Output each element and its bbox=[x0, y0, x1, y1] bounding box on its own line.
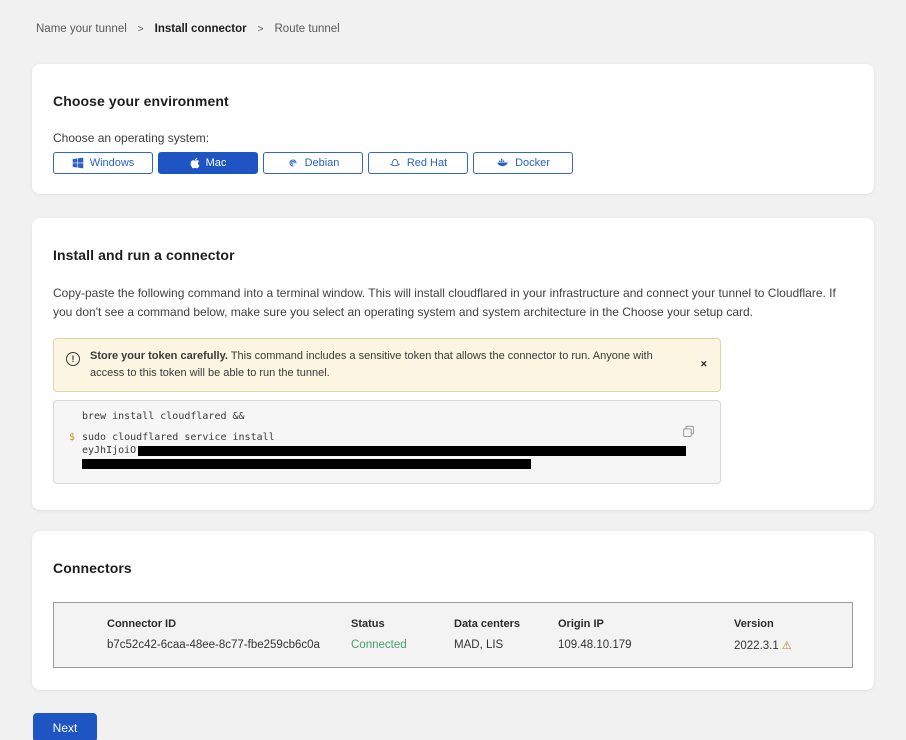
install-connector-card: Install and run a connector Copy-paste t… bbox=[32, 218, 874, 510]
warning-triangle-icon: ⚠ bbox=[782, 640, 792, 652]
column-header: Connector ID bbox=[107, 618, 351, 630]
table-column-origin-ip: Origin IP 109.48.10.179 bbox=[558, 618, 734, 652]
next-button[interactable]: Next bbox=[33, 713, 97, 740]
token-line: eyJhIjoiO bbox=[82, 445, 720, 457]
connectors-table: Connector ID b7c52c42-6caa-48ee-8c77-fbe… bbox=[53, 602, 853, 668]
os-button-label: Red Hat bbox=[407, 157, 447, 169]
status-badge: Connected bbox=[351, 639, 454, 651]
token-prefix: eyJhIjoiO bbox=[82, 445, 136, 457]
connectors-title: Connectors bbox=[53, 560, 853, 576]
column-header: Version bbox=[734, 618, 852, 630]
os-button-mac[interactable]: Mac bbox=[158, 152, 258, 174]
connectors-card: Connectors Connector ID b7c52c42-6caa-48… bbox=[32, 531, 874, 690]
version-number: 2022.3.1 bbox=[734, 640, 779, 652]
breadcrumb-route-tunnel[interactable]: Route tunnel bbox=[275, 23, 340, 35]
table-column-version: Version 2022.3.1⚠ bbox=[734, 618, 852, 652]
page: Name your tunnel > Install connector > R… bbox=[0, 0, 906, 740]
breadcrumb: Name your tunnel > Install connector > R… bbox=[36, 23, 874, 35]
table-column-status: Status Connected bbox=[351, 618, 454, 652]
shell-prompt: $ bbox=[69, 432, 82, 444]
install-connector-description: Copy-paste the following command into a … bbox=[53, 284, 853, 322]
redhat-icon bbox=[389, 157, 401, 169]
data-centers-value: MAD, LIS bbox=[454, 639, 558, 651]
os-button-label: Debian bbox=[305, 157, 340, 169]
install-connector-title: Install and run a connector bbox=[53, 247, 853, 263]
environment-card: Choose your environment Choose an operat… bbox=[32, 64, 874, 194]
apple-icon bbox=[190, 157, 200, 169]
breadcrumb-install-connector[interactable]: Install connector bbox=[155, 23, 247, 35]
table-column-data-centers: Data centers MAD, LIS bbox=[454, 618, 558, 652]
connector-id-value: b7c52c42-6caa-48ee-8c77-fbe259cb6c0a bbox=[107, 639, 351, 651]
redacted-token-bar bbox=[138, 446, 686, 456]
copy-icon[interactable] bbox=[682, 425, 696, 442]
breadcrumb-name-your-tunnel[interactable]: Name your tunnel bbox=[36, 23, 127, 35]
os-button-group: Windows Mac Debian Red Hat Docker bbox=[53, 152, 853, 174]
os-button-label: Mac bbox=[206, 157, 227, 169]
os-button-windows[interactable]: Windows bbox=[53, 152, 153, 174]
os-select-label: Choose an operating system: bbox=[53, 131, 853, 145]
column-header: Data centers bbox=[454, 618, 558, 630]
windows-icon bbox=[72, 157, 84, 169]
os-button-label: Docker bbox=[515, 157, 550, 169]
command-line-sudo: $ sudo cloudflared service install bbox=[69, 432, 720, 444]
alert-message: Store your token carefully. This command… bbox=[90, 348, 678, 382]
origin-ip-value: 109.48.10.179 bbox=[558, 639, 734, 651]
breadcrumb-separator: > bbox=[258, 24, 264, 35]
os-button-redhat[interactable]: Red Hat bbox=[368, 152, 468, 174]
token-line-2 bbox=[69, 457, 720, 472]
environment-card-title: Choose your environment bbox=[53, 93, 853, 109]
token-warning-alert: ! Store your token carefully. This comma… bbox=[53, 338, 721, 392]
exclamation-circle-icon: ! bbox=[66, 352, 80, 366]
close-icon[interactable]: × bbox=[701, 360, 707, 371]
redacted-token-bar bbox=[82, 459, 531, 469]
version-value: 2022.3.1⚠ bbox=[734, 639, 852, 652]
command-text: sudo cloudflared service install bbox=[82, 432, 275, 444]
alert-message-bold: Store your token carefully. bbox=[90, 350, 228, 362]
column-header: Origin IP bbox=[558, 618, 734, 630]
debian-icon bbox=[287, 157, 299, 169]
os-button-label: Windows bbox=[90, 157, 135, 169]
breadcrumb-separator: > bbox=[138, 24, 144, 35]
install-command-codeblock: brew install cloudflared && $ sudo cloud… bbox=[53, 400, 721, 484]
table-column-connector-id: Connector ID b7c52c42-6caa-48ee-8c77-fbe… bbox=[107, 618, 351, 652]
os-button-docker[interactable]: Docker bbox=[473, 152, 573, 174]
os-button-debian[interactable]: Debian bbox=[263, 152, 363, 174]
column-header: Status bbox=[351, 618, 454, 630]
command-line-brew: brew install cloudflared && bbox=[82, 411, 720, 423]
docker-icon bbox=[496, 157, 509, 169]
